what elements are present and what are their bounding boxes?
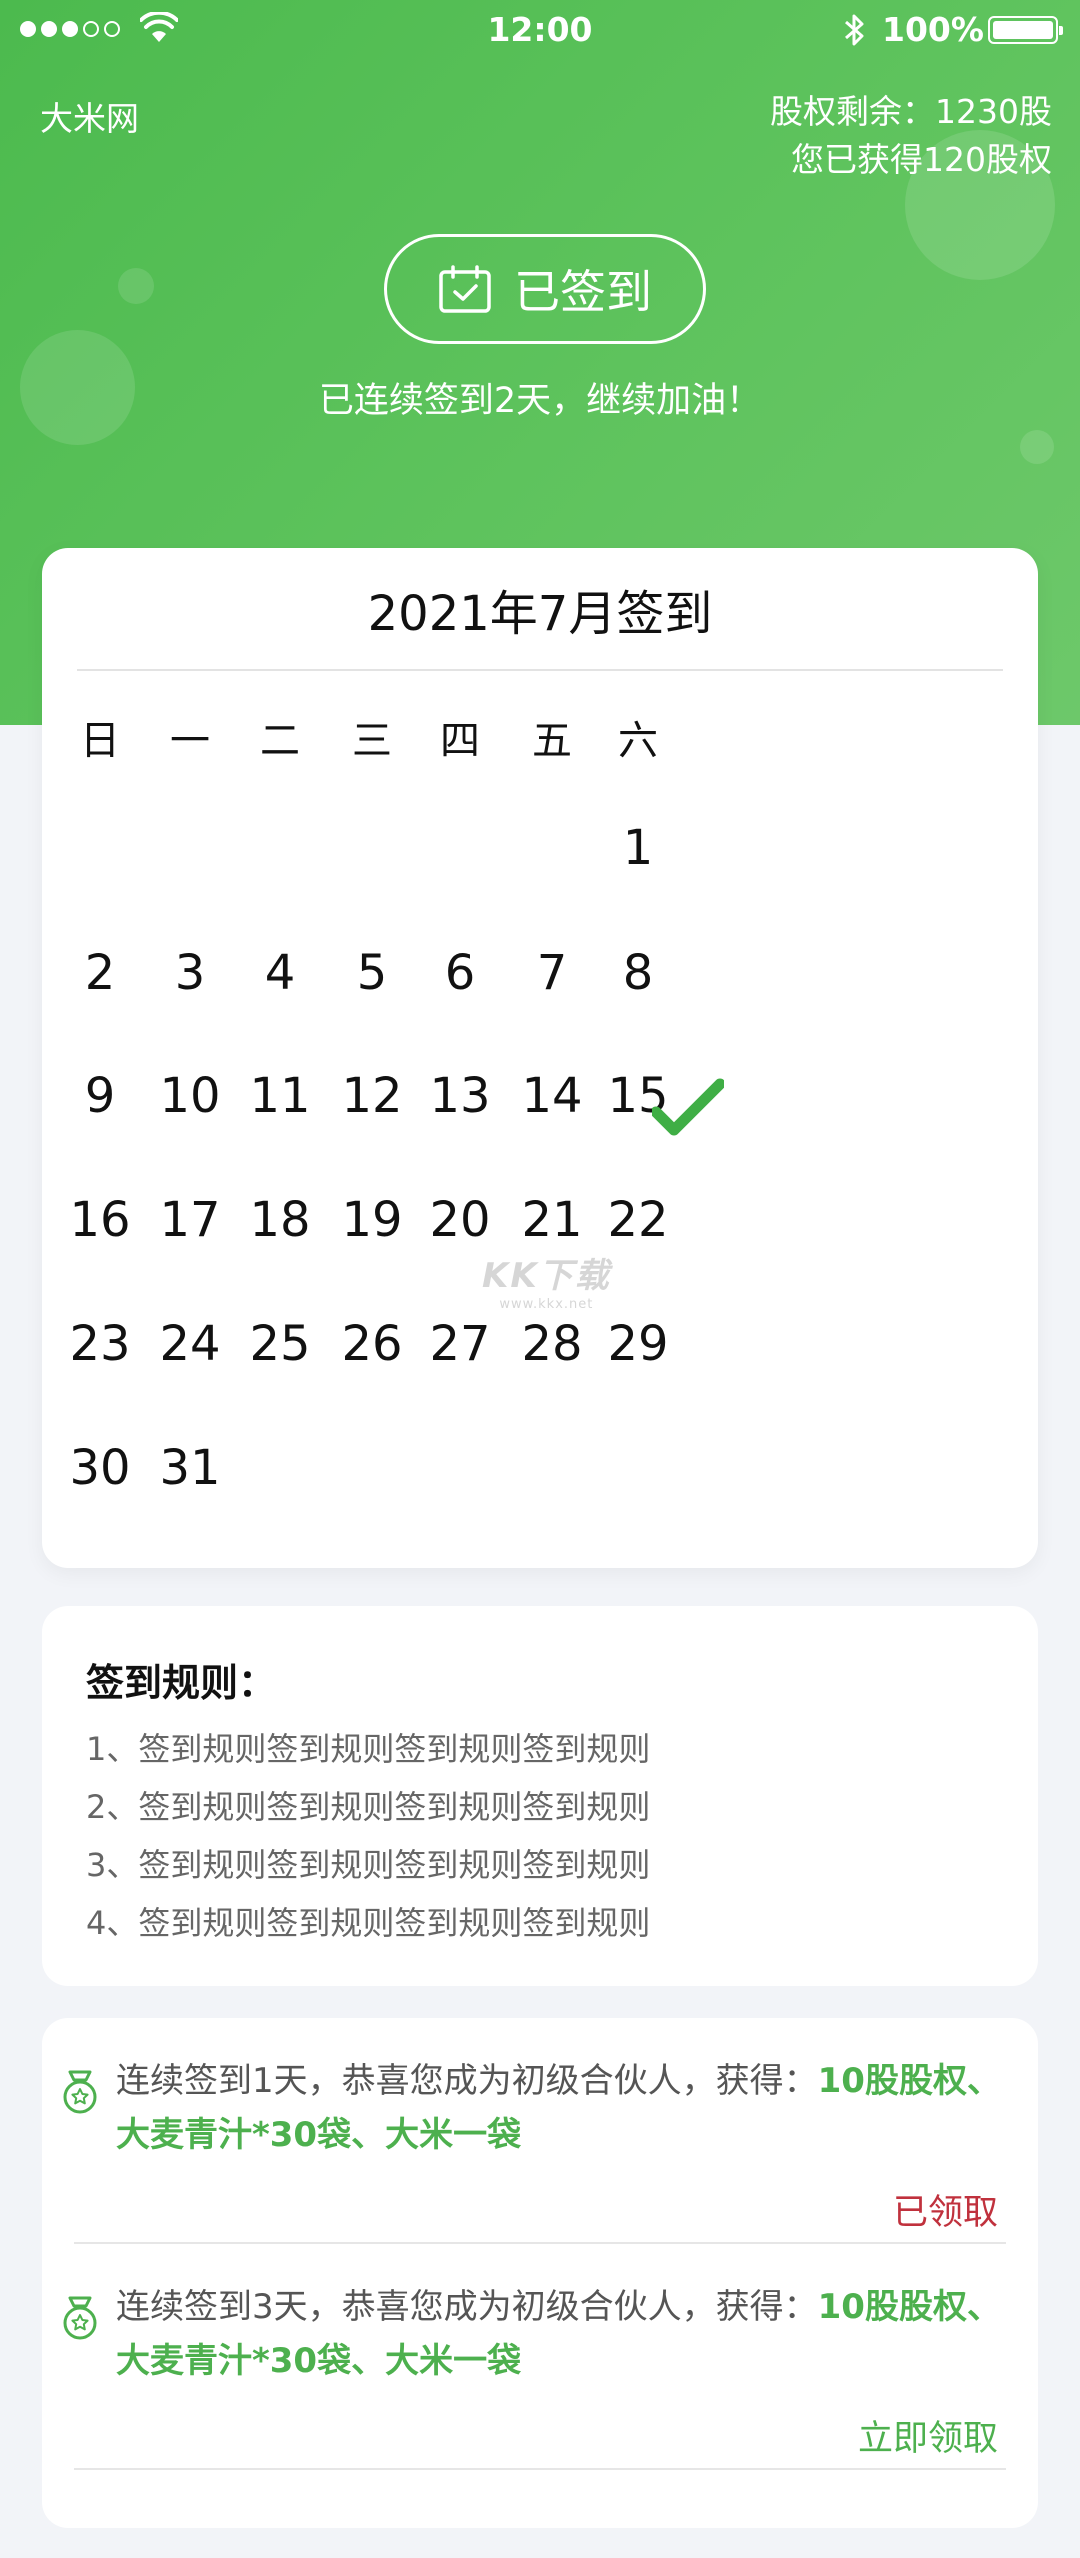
equity-info: 股权剩余：1230股 您已获得120股权 bbox=[770, 88, 1052, 184]
claim-reward-button[interactable]: 立即领取 bbox=[858, 2410, 998, 2461]
calendar-day[interactable]: 11 bbox=[230, 1066, 330, 1126]
status-bar: 12:00 100% bbox=[0, 0, 1080, 60]
calendar-day[interactable]: 5 bbox=[322, 943, 422, 1003]
signin-button[interactable]: 已签到 bbox=[384, 234, 706, 344]
streak-text: 已连续签到2天，继续加油！ bbox=[318, 381, 762, 421]
calendar-day[interactable]: 3 bbox=[140, 943, 240, 1003]
signin-button-label: 已签到 bbox=[514, 265, 652, 319]
calendar-check-icon bbox=[439, 265, 491, 313]
calendar-day[interactable]: 7 bbox=[502, 943, 602, 1003]
rules-title: 签到规则： bbox=[86, 1661, 277, 1705]
calendar-day[interactable]: 16 bbox=[50, 1190, 150, 1250]
rule-item: 3、签到规则签到规则签到规则签到规则 bbox=[86, 1846, 651, 1884]
reward-divider bbox=[74, 2468, 1006, 2470]
calendar-day[interactable]: 4 bbox=[230, 943, 330, 1003]
watermark: KK下载 www.kkx.net bbox=[482, 1248, 611, 1312]
calendar-day[interactable]: 1 bbox=[588, 818, 688, 878]
calendar-day[interactable]: 20 bbox=[410, 1190, 510, 1250]
bluetooth-icon bbox=[845, 14, 864, 46]
rules-card: 签到规则： 1、签到规则签到规则签到规则签到规则 2、签到规则签到规则签到规则签… bbox=[42, 1606, 1038, 1986]
calendar-day[interactable]: 25 bbox=[230, 1314, 330, 1374]
battery-percentage: 100% bbox=[882, 10, 984, 49]
reward-description: 连续签到3天，恭喜您成为初级合伙人，获得：10股股权、大麦青汁*30袋、大米一袋 bbox=[116, 2280, 1006, 2388]
calendar-day[interactable]: 8 bbox=[588, 943, 688, 1003]
calendar-day[interactable]: 21 bbox=[502, 1190, 602, 1250]
checkmark-icon bbox=[652, 1078, 724, 1136]
watermark-url: www.kkx.net bbox=[499, 1297, 594, 1312]
calendar-day[interactable]: 17 bbox=[140, 1190, 240, 1250]
calendar-day[interactable]: 26 bbox=[322, 1314, 422, 1374]
rewards-card: 连续签到1天，恭喜您成为初级合伙人，获得：10股股权、大麦青汁*30袋、大米一袋… bbox=[42, 2018, 1038, 2528]
calendar-day[interactable]: 23 bbox=[50, 1314, 150, 1374]
watermark-text: KK下载 bbox=[482, 1256, 611, 1296]
decor-bubble bbox=[118, 268, 154, 304]
rule-item: 4、签到规则签到规则签到规则签到规则 bbox=[86, 1904, 651, 1942]
calendar-day[interactable]: 28 bbox=[502, 1314, 602, 1374]
app-name: 大米网 bbox=[40, 99, 139, 138]
calendar-day[interactable]: 9 bbox=[50, 1066, 150, 1126]
calendar-day[interactable]: 19 bbox=[322, 1190, 422, 1250]
calendar-day[interactable]: 6 bbox=[410, 943, 510, 1003]
equity-remaining: 股权剩余：1230股 bbox=[770, 92, 1052, 131]
medal-icon bbox=[63, 2070, 97, 2114]
calendar-card: 2021年7月签到 日一二三四五六 1 2 3 4 5 6 7 8 9 10 11 12 13 14 15 1… bbox=[42, 548, 1038, 1568]
reward-item: 连续签到3天，恭喜您成为初级合伙人，获得：10股股权、大麦青汁*30袋、大米一袋… bbox=[42, 2244, 1038, 2470]
equity-earned: 您已获得120股权 bbox=[791, 140, 1052, 179]
reward-item: 连续签到1天，恭喜您成为初级合伙人，获得：10股股权、大麦青汁*30袋、大米一袋… bbox=[42, 2018, 1038, 2244]
calendar-day[interactable]: 12 bbox=[322, 1066, 422, 1126]
calendar-day[interactable]: 2 bbox=[50, 943, 150, 1003]
calendar-day-grid: 1 2 3 4 5 6 7 8 9 10 11 12 13 14 15 16 17 18 19 20 21 22 23 24 2… bbox=[42, 548, 1038, 1568]
reward-description: 连续签到1天，恭喜您成为初级合伙人，获得：10股股权、大麦青汁*30袋、大米一袋 bbox=[116, 2054, 1006, 2162]
calendar-day[interactable]: 13 bbox=[410, 1066, 510, 1126]
reward-claimed-label: 已领取 bbox=[892, 2193, 998, 2233]
calendar-day[interactable]: 18 bbox=[230, 1190, 330, 1250]
medal-icon bbox=[63, 2296, 97, 2340]
calendar-day[interactable]: 14 bbox=[502, 1066, 602, 1126]
rule-item: 2、签到规则签到规则签到规则签到规则 bbox=[86, 1788, 651, 1826]
calendar-day[interactable]: 22 bbox=[588, 1190, 688, 1250]
calendar-day[interactable]: 29 bbox=[588, 1314, 688, 1374]
calendar-day[interactable]: 30 bbox=[50, 1438, 150, 1498]
decor-bubble bbox=[1020, 430, 1054, 464]
calendar-day[interactable]: 10 bbox=[140, 1066, 240, 1126]
calendar-day[interactable]: 27 bbox=[410, 1314, 510, 1374]
reward-condition: 连续签到3天，恭喜您成为初级合伙人，获得： bbox=[116, 2287, 818, 2327]
battery-icon bbox=[988, 16, 1063, 44]
rule-item: 1、签到规则签到规则签到规则签到规则 bbox=[86, 1730, 651, 1768]
calendar-day[interactable]: 24 bbox=[140, 1314, 240, 1374]
calendar-day[interactable]: 31 bbox=[140, 1438, 240, 1498]
reward-condition: 连续签到1天，恭喜您成为初级合伙人，获得： bbox=[116, 2061, 818, 2101]
